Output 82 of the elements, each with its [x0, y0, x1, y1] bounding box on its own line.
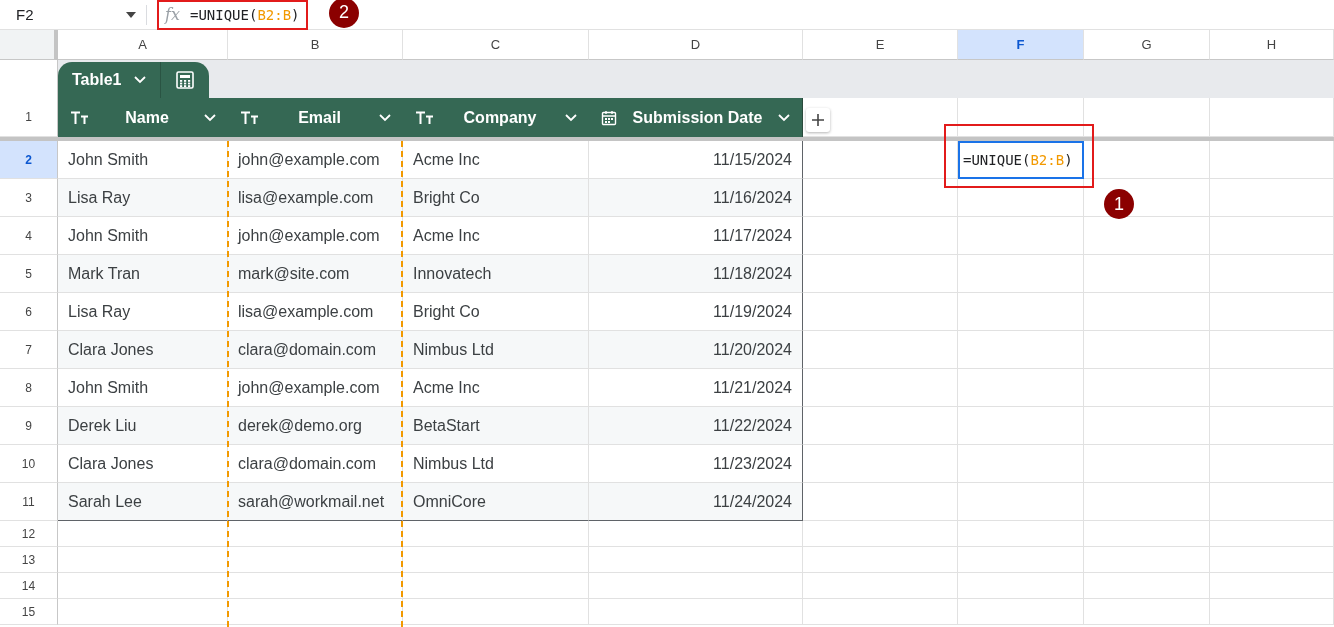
plus-icon	[811, 113, 825, 127]
row-header[interactable]: 5	[0, 255, 58, 293]
column-header[interactable]: B	[228, 30, 403, 60]
row-header[interactable]: 7	[0, 331, 58, 369]
table-cell: OmniCore	[403, 483, 589, 521]
row-header[interactable]: 8	[0, 369, 58, 407]
table-cell: Acme Inc	[403, 141, 589, 179]
column-header[interactable]: C	[403, 30, 589, 60]
table-cell: Lisa Ray	[58, 179, 228, 217]
table-cell: Clara Jones	[58, 331, 228, 369]
row-header[interactable]: 13	[0, 547, 58, 573]
chevron-down-icon[interactable]	[565, 113, 577, 122]
table-cell: 11/15/2024	[589, 141, 803, 179]
text-type-icon	[240, 110, 260, 125]
row-header[interactable]: 1	[0, 98, 58, 137]
column-heading[interactable]: Name	[58, 98, 228, 137]
text-type-icon	[70, 110, 90, 125]
table-cell: Sarah Lee	[58, 483, 228, 521]
column-header[interactable]: E	[803, 30, 958, 60]
text-type-icon	[415, 110, 435, 125]
row-header[interactable]: 12	[0, 521, 58, 547]
name-box[interactable]: F2	[0, 4, 147, 25]
table-cell: John Smith	[58, 217, 228, 255]
row-header[interactable]: 4	[0, 217, 58, 255]
select-all-corner[interactable]	[0, 30, 58, 60]
chevron-down-icon[interactable]	[778, 113, 790, 122]
table-cell: 11/22/2024	[589, 407, 803, 445]
table-cell: Clara Jones	[58, 445, 228, 483]
chevron-down-icon[interactable]	[133, 76, 146, 84]
table-cell: 11/23/2024	[589, 445, 803, 483]
row-header[interactable]: 6	[0, 293, 58, 331]
table-cell: John Smith	[58, 369, 228, 407]
table-cell: Nimbus Ltd	[403, 331, 589, 369]
table-cell: 11/21/2024	[589, 369, 803, 407]
row-header[interactable]: 2	[0, 141, 58, 179]
table-cell: 11/18/2024	[589, 255, 803, 293]
table-cell: 11/19/2024	[589, 293, 803, 331]
caret-icon[interactable]	[126, 11, 136, 18]
table-cell: Bright Co	[403, 179, 589, 217]
table-cell: BetaStart	[403, 407, 589, 445]
add-column-button[interactable]	[806, 108, 830, 132]
table-cell: 11/24/2024	[589, 483, 803, 521]
column-heading[interactable]: Submission Date	[589, 98, 803, 137]
column-header[interactable]: A	[58, 30, 228, 60]
calendar-icon	[601, 109, 617, 126]
function-icon: fx	[165, 5, 180, 24]
column-header[interactable]: D	[589, 30, 803, 60]
row-header[interactable]: 9	[0, 407, 58, 445]
row-header[interactable]: 3	[0, 179, 58, 217]
table-cell: john@example.com	[228, 369, 403, 407]
table-cell: Nimbus Ltd	[403, 445, 589, 483]
row-header[interactable]: 14	[0, 573, 58, 599]
row-header[interactable]: 10	[0, 445, 58, 483]
table-cell: Acme Inc	[403, 369, 589, 407]
table-cell: 11/17/2024	[589, 217, 803, 255]
chevron-down-icon[interactable]	[204, 113, 216, 122]
table-cell: john@example.com	[228, 217, 403, 255]
table-cell: 11/20/2024	[589, 331, 803, 369]
column-header[interactable]: G	[1084, 30, 1210, 60]
formula-text: =UNIQUE(B2:B)	[189, 6, 300, 23]
table-cell: clara@domain.com	[228, 331, 403, 369]
column-heading[interactable]: Company	[403, 98, 589, 137]
step-badge: 2	[329, 0, 359, 28]
table-cell: Mark Tran	[58, 255, 228, 293]
table-cell: clara@domain.com	[228, 445, 403, 483]
column-heading[interactable]: Email	[228, 98, 403, 137]
table-cell: mark@site.com	[228, 255, 403, 293]
row-header[interactable]: 11	[0, 483, 58, 521]
table-cell: Derek Liu	[58, 407, 228, 445]
column-header[interactable]: F	[958, 30, 1084, 60]
chevron-down-icon[interactable]	[379, 113, 391, 122]
table-cell: Acme Inc	[403, 217, 589, 255]
row-header[interactable]: 15	[0, 599, 58, 625]
cell-editor[interactable]: =UNIQUE(B2:B)	[958, 141, 1084, 179]
cell-formula: =UNIQUE(B2:B)	[963, 152, 1073, 168]
table-cell: lisa@example.com	[228, 179, 403, 217]
table-cell: 11/16/2024	[589, 179, 803, 217]
table-cell: derek@demo.org	[228, 407, 403, 445]
table-cell: sarah@workmail.net	[228, 483, 403, 521]
column-header[interactable]: H	[1210, 30, 1334, 60]
table-cell: Innovatech	[403, 255, 589, 293]
table-cell: Bright Co	[403, 293, 589, 331]
